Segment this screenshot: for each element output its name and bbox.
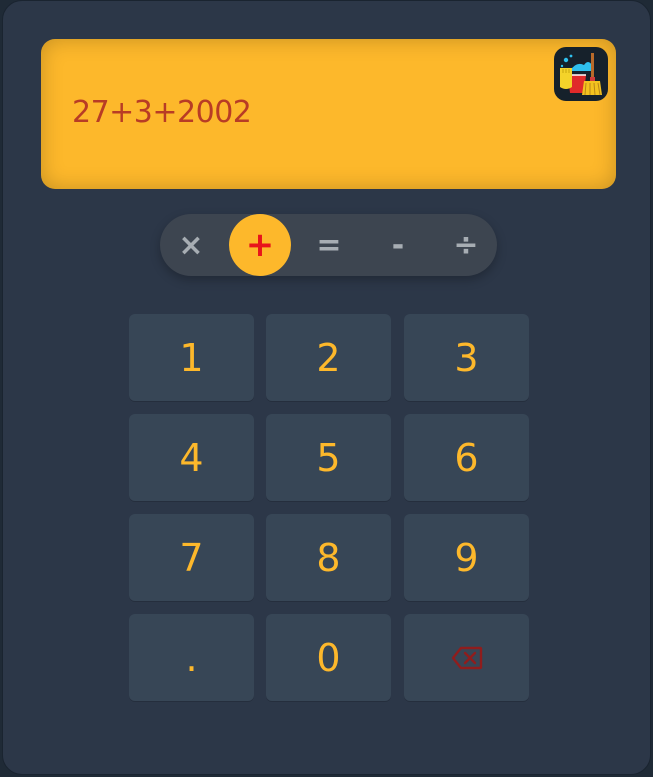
key-4[interactable]: 4 bbox=[129, 414, 254, 501]
key-decimal[interactable]: . bbox=[129, 614, 254, 701]
divide-button[interactable]: ÷ bbox=[435, 214, 497, 276]
key-2[interactable]: 2 bbox=[266, 314, 391, 401]
key-7[interactable]: 7 bbox=[129, 514, 254, 601]
multiply-button[interactable]: × bbox=[160, 214, 222, 276]
key-9[interactable]: 9 bbox=[404, 514, 529, 601]
key-0[interactable]: 0 bbox=[266, 614, 391, 701]
calculator-app: 27+3+2002 × + = - ÷ 1 2 3 4 5 6 7 8 9 . … bbox=[2, 0, 651, 775]
clear-button[interactable] bbox=[554, 47, 608, 101]
backspace-button[interactable] bbox=[404, 614, 529, 701]
operator-bar: × + = - ÷ bbox=[160, 214, 497, 276]
key-3[interactable]: 3 bbox=[404, 314, 529, 401]
cleaning-icon bbox=[560, 53, 602, 96]
subtract-button[interactable]: - bbox=[367, 214, 429, 276]
key-6[interactable]: 6 bbox=[404, 414, 529, 501]
expression-text: 27+3+2002 bbox=[72, 95, 252, 130]
backspace-icon bbox=[451, 646, 482, 669]
key-1[interactable]: 1 bbox=[129, 314, 254, 401]
add-button[interactable]: + bbox=[229, 214, 291, 276]
key-8[interactable]: 8 bbox=[266, 514, 391, 601]
equals-button[interactable]: = bbox=[298, 214, 360, 276]
display-panel: 27+3+2002 bbox=[41, 39, 616, 189]
key-5[interactable]: 5 bbox=[266, 414, 391, 501]
